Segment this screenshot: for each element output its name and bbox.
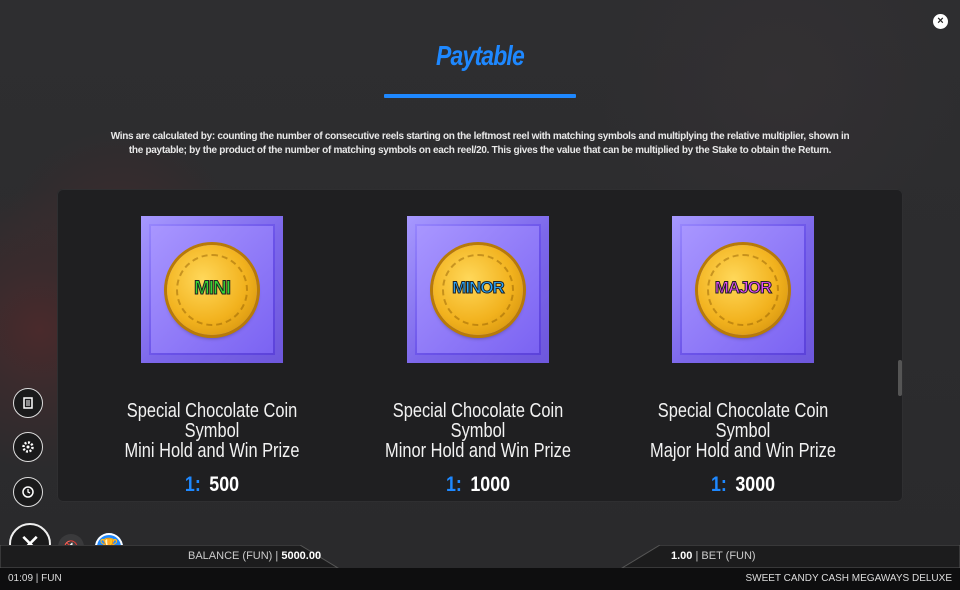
chocolate-coin-icon: MAJOR <box>698 238 788 335</box>
chocolate-coin-icon: MINOR <box>433 238 523 335</box>
settings-button[interactable] <box>13 432 43 462</box>
symbol-name-line1: Special Chocolate Coin Symbol <box>657 400 829 442</box>
bet-display: 1.00 | BET (FUN) <box>671 550 756 562</box>
multiplier-key: 1: <box>445 473 462 496</box>
multiplier-key: 1: <box>710 473 727 496</box>
symbol-multiplier: 1: 1000 <box>376 473 580 497</box>
symbol-tile: MINI <box>141 216 283 363</box>
symbol-multiplier: 1: 500 <box>110 473 314 497</box>
balance-separator: | <box>275 550 279 562</box>
symbol-card-major: MAJOR Special Chocolate Coin Symbol Majo… <box>623 216 863 497</box>
coin-label: MINOR <box>452 277 506 297</box>
symbol-name-line2: Major Hold and Win Prize <box>650 440 836 462</box>
symbol-name: Special Chocolate Coin Symbol Mini Hold … <box>114 401 311 461</box>
history-icon <box>22 486 34 498</box>
paytable-icon <box>23 397 33 409</box>
symbol-name-line1: Special Chocolate Coin Symbol <box>126 400 298 442</box>
symbol-card-minor: MINOR Special Chocolate Coin Symbol Mino… <box>358 216 598 497</box>
coin-label: MAJOR <box>714 277 772 297</box>
settings-icon <box>22 441 34 453</box>
coin-label: MINI <box>193 277 231 299</box>
balance-value: 5000.00 <box>281 550 322 562</box>
scrollbar[interactable] <box>898 360 902 396</box>
paytable-description: Wins are calculated by: counting the num… <box>110 131 850 156</box>
symbol-card-mini: MINI Special Chocolate Coin Symbol Mini … <box>92 216 332 497</box>
symbol-tile: MAJOR <box>672 216 814 363</box>
bottom-bar <box>0 545 960 568</box>
paytable-button[interactable] <box>13 388 43 418</box>
balance-label: BALANCE (FUN) <box>188 550 273 562</box>
multiplier-key: 1: <box>184 473 201 496</box>
symbol-name: Special Chocolate Coin Symbol Major Hold… <box>645 401 842 461</box>
bet-separator: | <box>695 550 699 562</box>
symbol-multiplier: 1: 3000 <box>641 473 845 497</box>
game-name: SWEET CANDY CASH MEGAWAYS DELUXE <box>745 573 952 584</box>
multiplier-value: 1000 <box>470 473 511 496</box>
bet-value: 1.00 <box>671 550 693 562</box>
multiplier-value: 500 <box>209 473 240 496</box>
symbol-name-line2: Minor Hold and Win Prize <box>385 440 571 462</box>
symbol-name-line1: Special Chocolate Coin Symbol <box>392 400 564 442</box>
symbol-tile: MINOR <box>407 216 549 363</box>
history-button[interactable] <box>13 477 43 507</box>
chocolate-coin-icon: MINI <box>167 238 257 335</box>
title-underline <box>384 94 576 98</box>
symbol-name-line2: Mini Hold and Win Prize <box>124 440 300 462</box>
page-title: Paytable <box>436 40 525 71</box>
clock-status: 01:09 | FUN <box>8 573 62 584</box>
bet-label: BET (FUN) <box>701 550 756 562</box>
multiplier-value: 3000 <box>735 473 776 496</box>
close-paytable-icon[interactable]: × <box>933 14 948 29</box>
balance-display: BALANCE (FUN) | 5000.00 <box>188 550 321 562</box>
symbol-name: Special Chocolate Coin Symbol Minor Hold… <box>380 401 577 461</box>
